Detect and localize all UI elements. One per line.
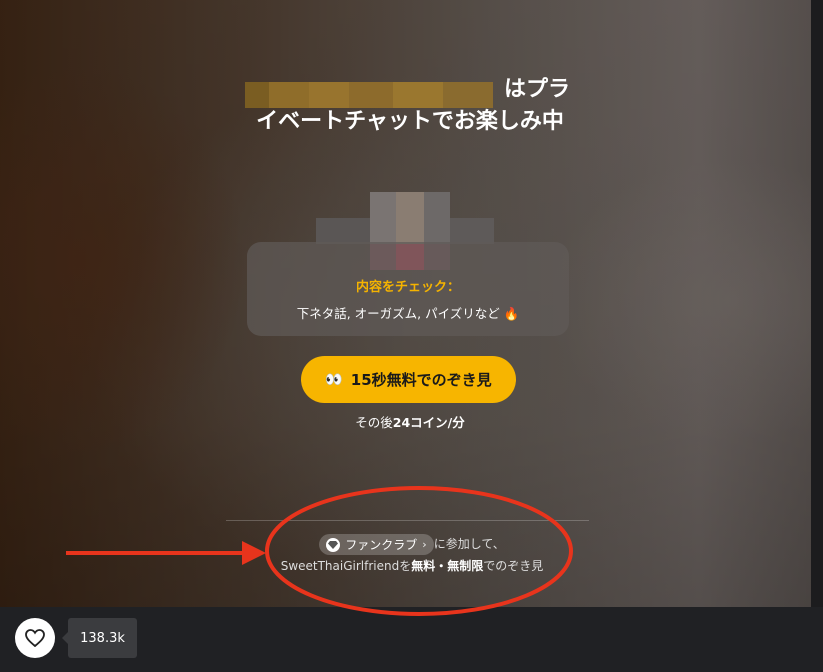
content-check-card: 内容をチェック： 下ネタ話, オーガズム, パイズリなど 🔥 bbox=[247, 242, 569, 336]
like-button[interactable] bbox=[15, 618, 55, 658]
free-peek-button[interactable]: 👀 15秒無料でのぞき見 bbox=[301, 356, 516, 403]
content-tags: 下ネタ話, オーガズム, パイズリなど bbox=[296, 306, 500, 321]
after-price-text: その後24コイン/分 bbox=[355, 415, 465, 430]
content-check-text: 下ネタ話, オーガズム, パイズリなど 🔥 bbox=[247, 303, 569, 322]
heart-icon bbox=[25, 629, 45, 647]
private-chat-status: はプライベートチャットでお楽しみ中 bbox=[256, 77, 570, 134]
annotation-oval bbox=[265, 486, 573, 616]
annotation-arrow bbox=[66, 541, 266, 565]
eyes-icon: 👀 bbox=[325, 371, 343, 388]
scrollbar-track bbox=[811, 0, 823, 607]
like-count: 138.3k bbox=[62, 618, 137, 658]
fire-icon: 🔥 bbox=[503, 306, 520, 321]
free-peek-label: 15秒無料でのぞき見 bbox=[350, 371, 492, 389]
content-check-title: 内容をチェック： bbox=[355, 280, 460, 295]
